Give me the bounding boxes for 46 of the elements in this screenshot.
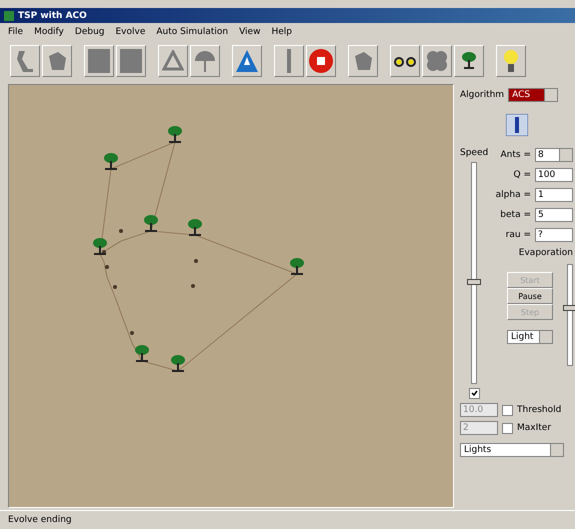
tree-icon [461, 52, 477, 70]
param-label: beta = [500, 210, 531, 220]
checkbox[interactable] [468, 388, 480, 399]
bar-icon [285, 49, 293, 73]
figure-icon [506, 114, 528, 136]
pyramid-icon [235, 49, 259, 73]
toolbar-button[interactable] [390, 45, 420, 77]
checkbox-label: MaxIter [517, 423, 552, 433]
menu-item[interactable]: Auto Simulation [156, 27, 228, 37]
menu-item[interactable]: View [239, 27, 260, 37]
speed-label: Speed [460, 148, 488, 158]
evaporation-label: Evaporation [518, 248, 573, 258]
menu-item[interactable]: Help [271, 27, 292, 37]
algorithm-select[interactable]: ACS [508, 88, 558, 102]
param-label: Q = [514, 170, 531, 180]
menu-item[interactable]: File [8, 27, 24, 37]
stop-icon [308, 48, 334, 74]
control-button[interactable]: Pause [507, 288, 553, 304]
menu-item[interactable]: Debug [74, 27, 104, 37]
param-field[interactable]: ? [535, 228, 573, 242]
menu-item[interactable]: Modify [34, 27, 64, 37]
clover-icon [426, 50, 448, 72]
status-text: Evolve ending [8, 515, 72, 525]
square-icon [120, 49, 142, 73]
square-icon [88, 49, 110, 73]
menu-item[interactable]: Evolve [116, 27, 146, 37]
blob-icon [352, 50, 374, 72]
toolbar-button[interactable] [454, 45, 484, 77]
param-label: Ants = [500, 150, 531, 160]
window-title: TSP with ACO [18, 10, 87, 20]
param-label: rau = [506, 230, 531, 240]
blob-icon [46, 50, 68, 72]
bottom-select[interactable]: Lights [460, 443, 564, 457]
checkbox-label: Threshold [517, 405, 562, 415]
param-label: alpha = [496, 190, 531, 200]
toolbar-button[interactable] [496, 45, 526, 77]
mode-select[interactable]: Light [507, 330, 553, 344]
app-icon [4, 10, 14, 20]
param-field[interactable]: 100 [535, 168, 573, 182]
binoculars-icon [394, 54, 416, 68]
umbrella-icon [193, 49, 217, 73]
param-field[interactable]: 5 [535, 208, 573, 222]
param-field[interactable]: 8 [535, 148, 573, 162]
algorithm-label: Algorithm [460, 90, 504, 100]
light-bulb-icon [503, 48, 519, 74]
param-field[interactable]: 1 [535, 188, 573, 202]
